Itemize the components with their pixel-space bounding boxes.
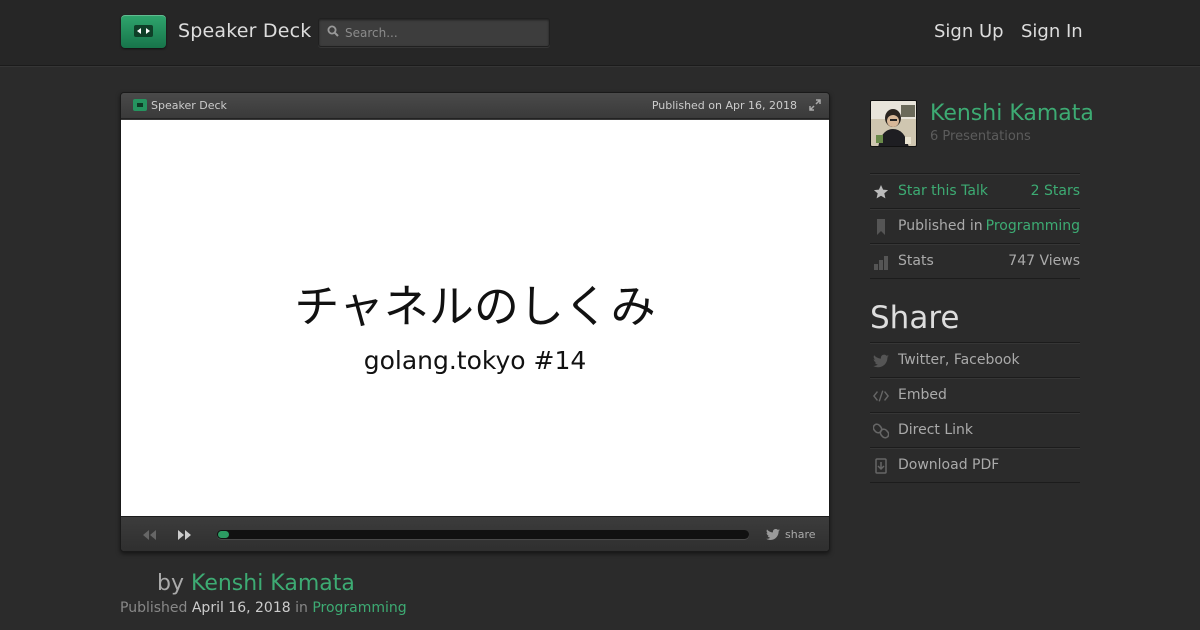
bookmark-icon [877, 219, 885, 235]
sign-in-link[interactable]: Sign In [1021, 21, 1083, 42]
published-in-category[interactable]: Programming [986, 218, 1080, 234]
share-download-pdf[interactable]: Download PDF [870, 447, 1080, 482]
player-brand[interactable]: Speaker Deck [151, 99, 227, 112]
category-link[interactable]: Programming [312, 600, 406, 616]
share-twitter-facebook[interactable]: Twitter, Facebook [870, 342, 1080, 377]
top-navbar: Speaker Deck Search... Sign Up Sign In [0, 0, 1200, 66]
player-header: Speaker Deck Published on Apr 16, 2018 [121, 93, 829, 119]
chain-icon [873, 423, 889, 439]
sign-up-link[interactable]: Sign Up [934, 21, 1004, 42]
views-count: 747 Views [1008, 253, 1080, 269]
published-in-row: Published in Programming [870, 208, 1080, 243]
brand-name[interactable]: Speaker Deck [178, 20, 312, 42]
slide-player: Speaker Deck Published on Apr 16, 2018 チ… [120, 92, 830, 552]
share-direct-link[interactable]: Direct Link [870, 412, 1080, 447]
sidebar-author-name[interactable]: Kenshi Kamata [930, 101, 1094, 126]
star-icon [873, 185, 889, 199]
search-placeholder: Search... [345, 26, 398, 40]
bar-chart-icon [874, 256, 888, 270]
progress-fill [218, 531, 229, 538]
stars-count[interactable]: 2 Stars [1031, 183, 1080, 199]
byline: by Kenshi Kamata [157, 571, 355, 596]
share-download-pdf-label[interactable]: Download PDF [898, 457, 999, 473]
slide-canvas[interactable]: チャネルのしくみ golang.tokyo #14 [121, 120, 829, 516]
slide-title: チャネルのしくみ [294, 280, 656, 333]
star-talk-label[interactable]: Star this Talk [898, 183, 988, 199]
share-list: Twitter, Facebook Embed Direct Link Down… [870, 342, 1080, 483]
by-label: by [157, 571, 184, 596]
prev-icon[interactable] [141, 529, 157, 541]
in-label: in [295, 600, 308, 616]
divider [870, 278, 1080, 279]
share-label[interactable]: share [785, 528, 816, 541]
talk-meta-list: Star this Talk 2 Stars Published in Prog… [870, 173, 1080, 279]
speaker-deck-mini-logo-icon [133, 99, 147, 111]
published-label: Published [120, 600, 188, 616]
author-link[interactable]: Kenshi Kamata [191, 571, 355, 596]
published-date: April 16, 2018 [191, 600, 291, 616]
download-icon [875, 458, 887, 474]
published-in-label: Published in [898, 218, 983, 234]
expand-icon[interactable] [809, 99, 821, 111]
search-icon [327, 25, 339, 37]
speaker-deck-logo-icon[interactable] [121, 15, 166, 48]
presentations-count[interactable]: 6 Presentations [930, 129, 1031, 144]
published-line: Published April 16, 2018 in Programming [120, 600, 407, 616]
share-embed-label[interactable]: Embed [898, 387, 947, 403]
star-talk-row[interactable]: Star this Talk 2 Stars [870, 173, 1080, 208]
slide-subtitle: golang.tokyo #14 [363, 346, 587, 375]
avatar-image [871, 101, 916, 146]
stats-label: Stats [898, 253, 934, 269]
share-embed[interactable]: Embed [870, 377, 1080, 412]
share-heading: Share [870, 300, 960, 336]
code-icon [873, 390, 889, 402]
share-twitter-facebook-label[interactable]: Twitter, Facebook [898, 352, 1020, 368]
player-controls: share [121, 516, 829, 551]
stats-row: Stats 747 Views [870, 243, 1080, 278]
next-icon[interactable] [177, 529, 193, 541]
twitter-bird-icon[interactable] [766, 529, 780, 540]
progress-slider[interactable] [217, 530, 749, 539]
search-input[interactable]: Search... [318, 18, 550, 47]
twitter-bird-icon [873, 354, 889, 368]
share-direct-link-label[interactable]: Direct Link [898, 422, 973, 438]
avatar[interactable] [870, 100, 917, 147]
player-published-date: Published on Apr 16, 2018 [651, 99, 797, 112]
